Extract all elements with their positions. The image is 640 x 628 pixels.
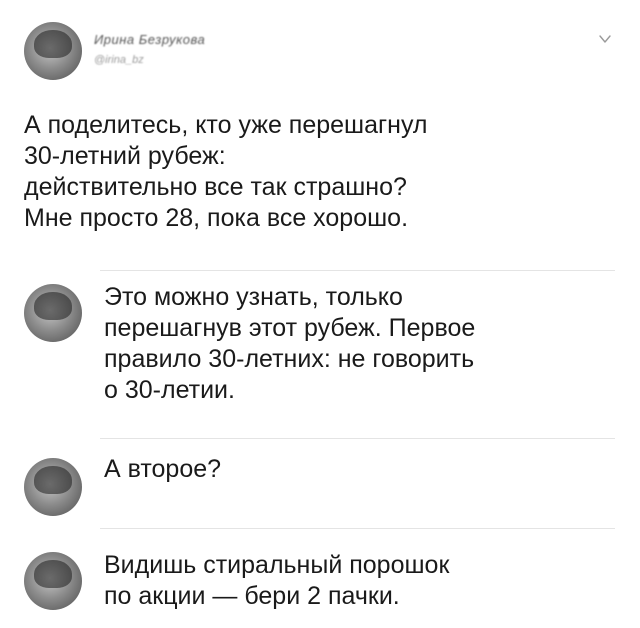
- chevron-down-icon[interactable]: [598, 32, 612, 46]
- divider: [100, 270, 615, 271]
- reply-avatar[interactable]: [24, 284, 82, 342]
- reply-text-line: Это можно узнать, только: [104, 283, 403, 311]
- reply-text: Это можно узнать, только перешагнув этот…: [104, 282, 475, 406]
- reply-text-line: перешагнув этот рубеж. Первое: [104, 314, 476, 342]
- reply-text-line: Видишь стиральный порошок: [104, 551, 450, 579]
- reply-text-line: правило 30-летних: не говорить: [104, 345, 475, 373]
- divider: [100, 528, 615, 529]
- reply-avatar[interactable]: [24, 458, 82, 516]
- divider: [100, 438, 615, 439]
- author-avatar[interactable]: [24, 22, 82, 80]
- reply-text-line: А второе?: [104, 455, 222, 483]
- post-text-line: действительно все так страшно?: [24, 173, 407, 201]
- post-body: А поделитесь, кто уже перешагнул 30-летн…: [24, 110, 604, 234]
- author-name[interactable]: Ирина Безрукова: [94, 32, 205, 47]
- post-text-line: 30-летний рубеж:: [24, 142, 226, 170]
- post-text-line: Мне просто 28, пока все хорошо.: [24, 204, 409, 232]
- post-text-line: А поделитесь, кто уже перешагнул: [24, 111, 428, 139]
- author-handle[interactable]: @irina_bz: [94, 54, 144, 66]
- reply-text: Видишь стиральный порошок по акции — бер…: [104, 550, 449, 612]
- reply-avatar[interactable]: [24, 552, 82, 610]
- reply-text: А второе?: [104, 454, 221, 485]
- reply-text-line: по акции — бери 2 пачки.: [104, 582, 400, 610]
- reply-text-line: о 30-летии.: [104, 376, 235, 404]
- post-header: Ирина Безрукова @irina_bz: [24, 22, 616, 84]
